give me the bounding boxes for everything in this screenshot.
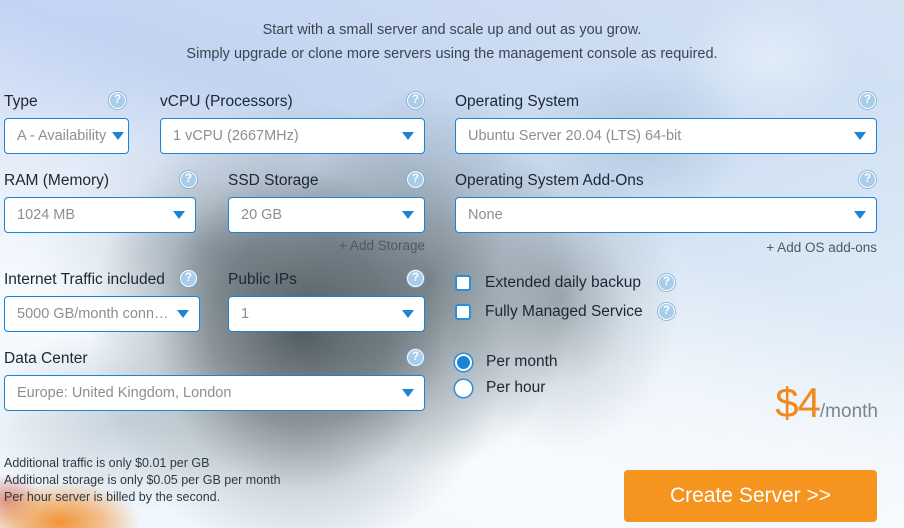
- ram-select[interactable]: 1024 MB: [4, 197, 196, 233]
- price-period: /month: [819, 401, 878, 422]
- extended-backup-checkbox[interactable]: [455, 275, 471, 291]
- help-icon-type[interactable]: ?: [109, 92, 126, 109]
- chevron-down-icon: [402, 389, 414, 397]
- type-select[interactable]: A - Availability: [4, 118, 129, 154]
- help-icon-traffic[interactable]: ?: [180, 270, 197, 287]
- os-select-value: Ubuntu Server 20.04 (LTS) 64-bit: [468, 128, 682, 144]
- label-type: Type: [4, 93, 38, 110]
- type-select-value: A - Availability: [17, 128, 107, 144]
- intro-line-1: Start with a small server and scale up a…: [262, 22, 642, 38]
- extended-backup-row[interactable]: Extended daily backup: [455, 274, 641, 292]
- chevron-down-icon: [854, 211, 866, 219]
- per-month-radio[interactable]: [455, 353, 472, 371]
- vcpu-select[interactable]: 1 vCPU (2667MHz): [160, 118, 425, 154]
- chevron-down-icon: [177, 310, 189, 318]
- label-vcpu: vCPU (Processors): [160, 93, 293, 110]
- os-select[interactable]: Ubuntu Server 20.04 (LTS) 64-bit: [455, 118, 877, 154]
- intro-line-2: Simply upgrade or clone more servers usi…: [186, 46, 718, 62]
- per-hour-label: Per hour: [486, 379, 546, 396]
- label-public-ips: Public IPs: [228, 271, 297, 288]
- fully-managed-row[interactable]: Fully Managed Service: [455, 303, 643, 321]
- label-ram: RAM (Memory): [4, 172, 110, 189]
- datacenter-select[interactable]: Europe: United Kingdom, London: [4, 375, 425, 411]
- ram-select-value: 1024 MB: [17, 207, 76, 223]
- chevron-down-icon: [402, 211, 414, 219]
- server-configurator-page: Start with a small server and scale up a…: [0, 0, 904, 528]
- help-icon-os-addons[interactable]: ?: [859, 171, 876, 188]
- help-icon-ssd[interactable]: ?: [407, 171, 424, 188]
- per-month-row[interactable]: Per month: [455, 353, 558, 371]
- per-month-label: Per month: [486, 353, 558, 370]
- fully-managed-label: Fully Managed Service: [485, 303, 643, 320]
- help-icon-ram[interactable]: ?: [180, 171, 197, 188]
- note-line-2: Additional storage is only $0.05 per GB …: [4, 473, 281, 487]
- create-server-button[interactable]: Create Server >>: [624, 470, 877, 522]
- price-display: $4/month: [600, 382, 878, 424]
- os-addons-select-value: None: [468, 207, 503, 223]
- intro-text: Start with a small server and scale up a…: [0, 18, 904, 66]
- note-line-3: Per hour server is billed by the second.: [4, 490, 221, 504]
- fully-managed-checkbox[interactable]: [455, 304, 471, 320]
- help-icon-vcpu[interactable]: ?: [407, 92, 424, 109]
- public-ips-select[interactable]: 1: [228, 296, 425, 332]
- extended-backup-label: Extended daily backup: [485, 274, 641, 291]
- traffic-select-value: 5000 GB/month conne…: [17, 306, 171, 322]
- per-hour-radio[interactable]: [455, 379, 472, 397]
- vcpu-select-value: 1 vCPU (2667MHz): [173, 128, 299, 144]
- price-amount: $4: [775, 379, 821, 426]
- chevron-down-icon: [402, 132, 414, 140]
- help-icon-datacenter[interactable]: ?: [407, 349, 424, 366]
- public-ips-select-value: 1: [241, 306, 250, 322]
- label-os: Operating System: [455, 93, 580, 110]
- help-icon-fully-managed[interactable]: ?: [658, 303, 675, 320]
- chevron-down-icon: [112, 132, 125, 140]
- per-hour-row[interactable]: Per hour: [455, 379, 545, 397]
- add-storage-link[interactable]: + Add Storage: [285, 238, 425, 253]
- os-addons-select[interactable]: None: [455, 197, 877, 233]
- chevron-down-icon: [854, 132, 866, 140]
- ssd-select-value: 20 GB: [241, 207, 283, 223]
- help-icon-os[interactable]: ?: [859, 92, 876, 109]
- traffic-select[interactable]: 5000 GB/month conne…: [4, 296, 200, 332]
- help-icon-extended-backup[interactable]: ?: [658, 274, 675, 291]
- chevron-down-icon: [402, 310, 414, 318]
- label-datacenter: Data Center: [4, 350, 88, 367]
- label-os-addons: Operating System Add-Ons: [455, 172, 644, 189]
- label-ssd: SSD Storage: [228, 172, 319, 189]
- note-line-1: Additional traffic is only $0.01 per GB: [4, 456, 210, 470]
- chevron-down-icon: [173, 211, 185, 219]
- help-icon-public-ips[interactable]: ?: [407, 270, 424, 287]
- pricing-notes: Additional traffic is only $0.01 per GB …: [4, 455, 281, 506]
- label-traffic: Internet Traffic included: [4, 271, 165, 288]
- ssd-select[interactable]: 20 GB: [228, 197, 425, 233]
- add-os-addons-link[interactable]: + Add OS add-ons: [717, 240, 877, 255]
- datacenter-select-value: Europe: United Kingdom, London: [17, 385, 232, 401]
